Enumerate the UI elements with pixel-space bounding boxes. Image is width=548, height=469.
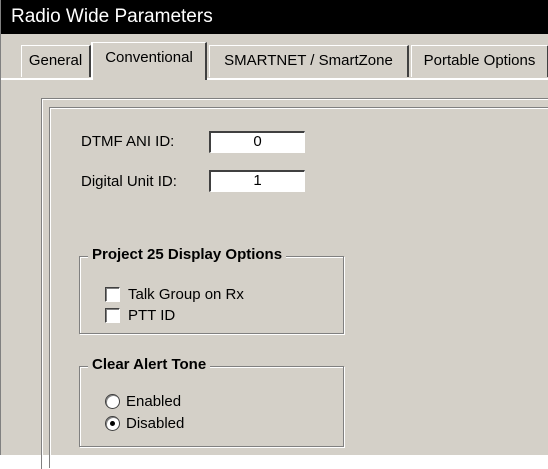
radio-wide-parameters-window: Radio Wide Parameters General Convention… xyxy=(0,0,548,469)
ptt-id-box[interactable] xyxy=(105,308,120,323)
project-25-display-options-title: Project 25 Display Options xyxy=(88,246,287,263)
disabled-radio[interactable]: Disabled xyxy=(105,415,184,432)
enabled-radio[interactable]: Enabled xyxy=(105,393,181,410)
tab-strip: General Conventional SMARTNET / SmartZon… xyxy=(1,40,548,80)
talk-group-on-rx-checkbox[interactable]: Talk Group on Rx xyxy=(105,286,244,303)
tab-conventional[interactable]: Conventional xyxy=(91,42,207,80)
dtmf-ani-id-field[interactable]: 0 xyxy=(209,131,305,153)
dtmf-ani-id-label: DTMF ANI ID: xyxy=(81,133,175,150)
window-title: Radio Wide Parameters xyxy=(11,6,213,27)
clear-alert-tone-title: Clear Alert Tone xyxy=(88,356,211,373)
enabled-radio-label: Enabled xyxy=(126,393,182,410)
tab-smartnet-smartzone[interactable]: SMARTNET / SmartZone xyxy=(209,45,409,77)
talk-group-on-rx-box[interactable] xyxy=(105,287,120,302)
window-titlebar: Radio Wide Parameters xyxy=(1,0,548,34)
tab-general[interactable]: General xyxy=(21,45,91,77)
enabled-radio-button[interactable] xyxy=(105,394,120,409)
talk-group-on-rx-label: Talk Group on Rx xyxy=(128,286,244,303)
digital-unit-id-label: Digital Unit ID: xyxy=(81,173,177,190)
disabled-radio-button[interactable] xyxy=(105,416,120,431)
disabled-radio-label: Disabled xyxy=(126,415,185,432)
digital-unit-id-field[interactable]: 1 xyxy=(209,170,305,192)
tab-portable-options[interactable]: Portable Options xyxy=(411,45,548,77)
ptt-id-checkbox[interactable]: PTT ID xyxy=(105,307,175,324)
ptt-id-label: PTT ID xyxy=(128,307,176,324)
